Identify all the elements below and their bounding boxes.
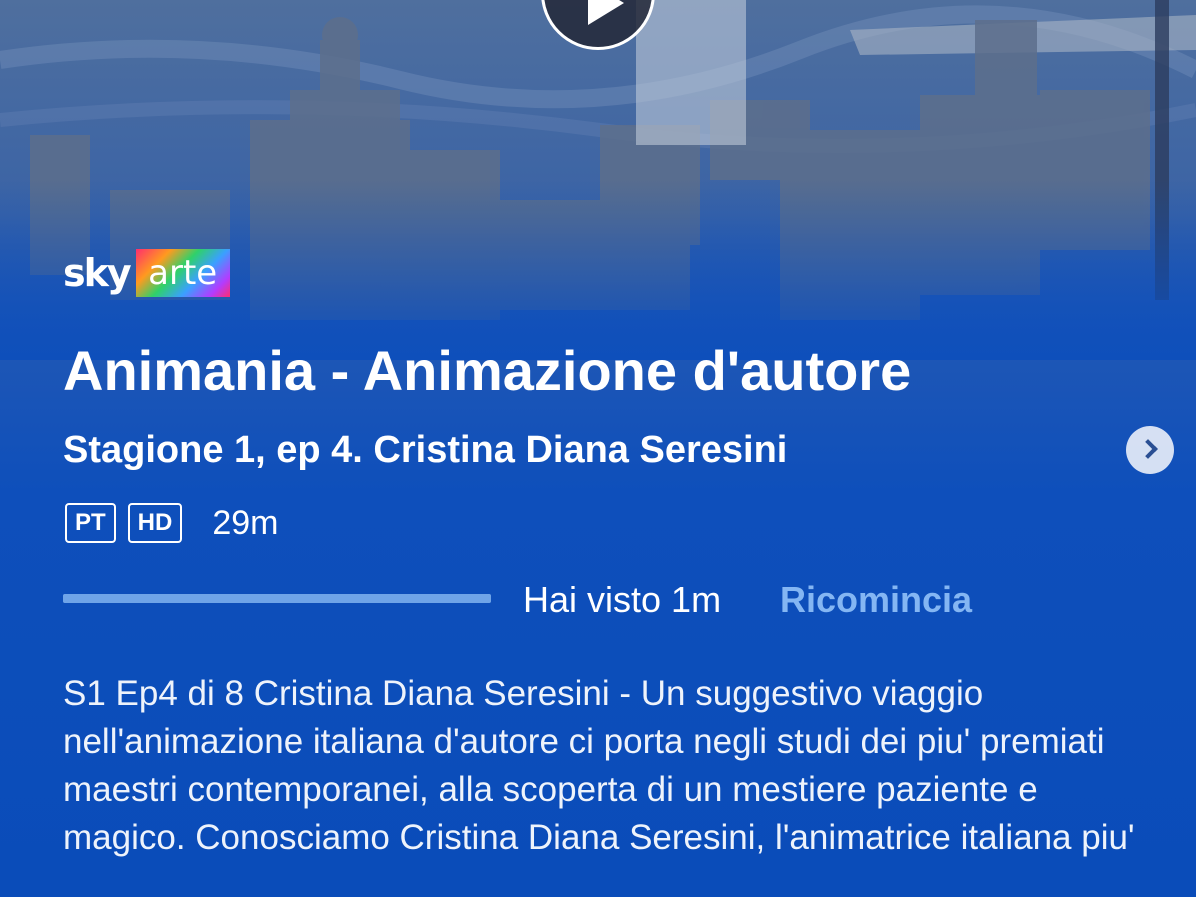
arte-logo-text: arte bbox=[135, 249, 230, 297]
watch-progress-fill bbox=[63, 594, 491, 603]
restart-link[interactable]: Ricomincia bbox=[780, 578, 972, 622]
show-title: Animania - Animazione d'autore bbox=[63, 339, 912, 402]
duration: 29m bbox=[212, 504, 279, 542]
next-episode-button[interactable] bbox=[1126, 426, 1174, 474]
sky-logo-text: sky bbox=[63, 251, 132, 295]
episode-subtitle: Stagione 1, ep 4. Cristina Diana Seresin… bbox=[63, 429, 788, 471]
city-skyline-illustration bbox=[0, 0, 1196, 360]
channel-logo: sky arte bbox=[63, 249, 230, 297]
metadata-row: PT HD 29m bbox=[65, 503, 278, 543]
play-icon bbox=[588, 0, 624, 25]
episode-description: S1 Ep4 di 8 Cristina Diana Seresini - Un… bbox=[63, 674, 1135, 857]
chevron-right-icon bbox=[1138, 439, 1158, 459]
rating-badge: PT bbox=[65, 503, 116, 543]
watch-progress-bar bbox=[63, 594, 491, 603]
watched-label: Hai visto 1m bbox=[523, 579, 722, 620]
hd-badge: HD bbox=[127, 503, 183, 543]
